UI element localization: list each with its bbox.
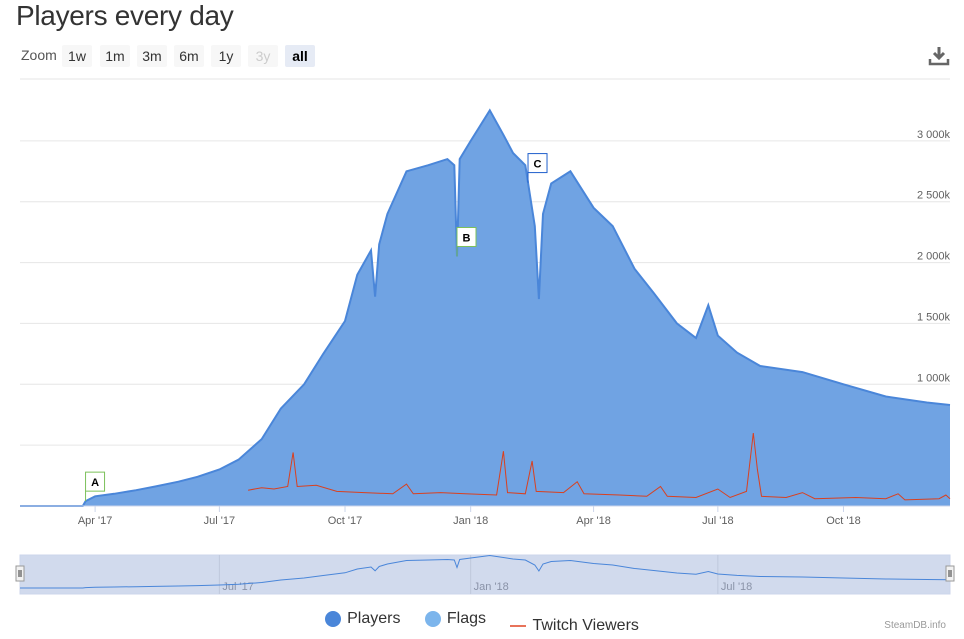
players-legend-icon [325, 611, 342, 627]
y-tick-label: 3 000k [917, 129, 951, 141]
y-tick-label: 1 500k [917, 311, 951, 323]
legend-item-flags[interactable]: Flags [424, 610, 487, 628]
y-tick-label: 1 000k [917, 372, 951, 384]
y-tick-label: 2 000k [917, 251, 951, 263]
flag-label: C [534, 159, 542, 171]
flag-label: A [91, 477, 99, 489]
legend-item-twitch[interactable]: Twitch Viewers [510, 617, 639, 635]
navigator-left-handle[interactable] [15, 565, 25, 582]
legend-label: Twitch Viewers [532, 617, 639, 634]
twitch-legend-icon [510, 625, 527, 627]
x-tick-label: Jan '18 [453, 515, 488, 527]
x-tick-label: Oct '17 [328, 515, 363, 527]
players-area [20, 110, 950, 507]
legend-label: Flags [446, 610, 487, 627]
x-tick-label: Apr '18 [576, 515, 611, 527]
flag-label: B [463, 232, 471, 244]
navigator-tick-label: Jul '17 [222, 581, 253, 593]
y-tick-label: 2 500k [917, 190, 951, 202]
navigator-tick-label: Jan '18 [474, 581, 509, 593]
legend-label: Players [347, 610, 401, 627]
x-tick-label: Apr '17 [78, 515, 113, 527]
flags-legend-icon [424, 611, 441, 627]
navigator-right-handle[interactable] [945, 565, 955, 582]
legend-item-players[interactable]: Players [325, 610, 400, 628]
x-tick-label: Jul '18 [702, 515, 733, 527]
legend: Players Flags Twitch Viewers [0, 610, 964, 635]
credit-link[interactable]: SteamDB.info [884, 620, 946, 631]
x-tick-label: Jul '17 [204, 515, 235, 527]
players-chart: 0500k1 000k1 500k2 000k2 500k3 000kApr '… [15, 78, 955, 595]
navigator-tick-label: Jul '18 [721, 581, 752, 593]
x-tick-label: Oct '18 [826, 515, 861, 527]
